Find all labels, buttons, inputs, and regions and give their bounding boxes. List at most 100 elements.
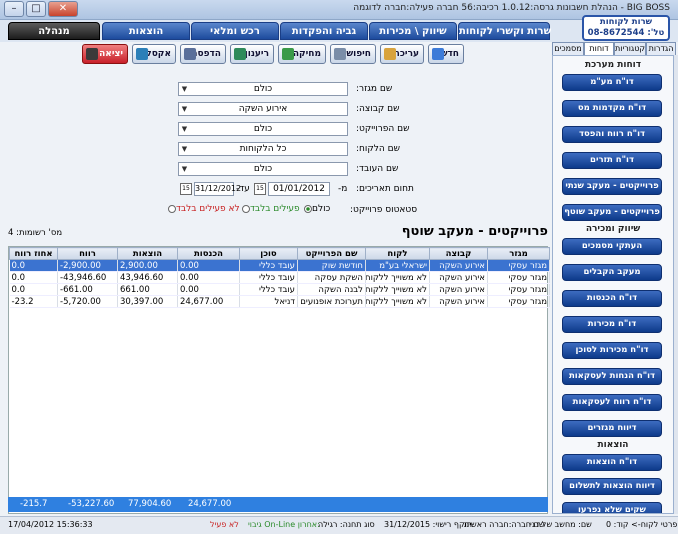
delete-button[interactable]: מחיקה xyxy=(278,44,326,64)
report-projects-yearly[interactable]: פרוייקטים - מעקב שנתי xyxy=(562,178,662,195)
col-profit[interactable]: רווח xyxy=(57,247,118,260)
total-profit-percent: -215.7 xyxy=(20,499,48,509)
table-row[interactable]: מגזר עסקי אירוע השקה לא משוייך ללקוח לבנה ה… xyxy=(9,283,550,296)
menu-management[interactable]: מנהלה xyxy=(8,22,100,40)
report-receipts-tracking[interactable]: מעקב הקבלים xyxy=(562,264,662,281)
datetime: 17/04/2012 15:36:33 xyxy=(8,520,93,529)
print-button[interactable]: הדפסה xyxy=(180,44,226,64)
col-income[interactable]: הכנסות xyxy=(177,247,240,260)
new-doc-icon xyxy=(432,48,444,60)
tab-reports[interactable]: דוחות xyxy=(584,42,614,56)
col-expenses[interactable]: הוצאות xyxy=(117,247,178,260)
status-active-radio[interactable]: פעילים בלבד xyxy=(240,204,300,214)
search-button[interactable]: חיפוש xyxy=(330,44,376,64)
excel-button[interactable]: אקסל xyxy=(132,44,176,64)
col-client[interactable]: לקוח xyxy=(365,247,430,260)
project-select[interactable]: ▼ כולם xyxy=(178,122,348,136)
section-expenses: הוצאות xyxy=(597,440,629,450)
total-profit: -53,227.60 xyxy=(68,499,115,509)
menu-marketing-sales[interactable]: שיווק \ מכירות xyxy=(369,22,457,40)
report-expenses[interactable]: דו"ח הוצאות xyxy=(562,454,662,471)
menu-expenses[interactable]: הוצאות xyxy=(102,22,190,40)
menu-purchase-inventory[interactable]: רכש ומלאי xyxy=(191,22,279,40)
report-uncleared-checks[interactable]: שקים שלא נפרעו xyxy=(562,502,662,513)
table-row[interactable]: מגזר עסקי אירוע השקה לא משוייך ללקוח תערוכת… xyxy=(9,295,550,308)
maximize-button[interactable]: □ xyxy=(26,1,46,17)
support-phone: טל': 08-8672544 xyxy=(587,28,665,38)
radio-icon xyxy=(168,204,176,213)
col-agent[interactable]: סוכן xyxy=(239,247,298,260)
report-sales-by-agent[interactable]: דו"ח מכירות לסוכן xyxy=(562,342,662,359)
radio-icon xyxy=(242,204,250,213)
section-marketing-sales: שיווק ומכירה xyxy=(585,224,641,234)
printer-icon xyxy=(184,48,196,60)
report-expenses-payable[interactable]: דיווח הוצאות לתשלום xyxy=(562,478,662,495)
pencil-icon xyxy=(384,48,396,60)
table-row[interactable]: מגזר עסקי אירוע השקה לא משוייך ללקוח השקת ע… xyxy=(9,271,550,284)
report-tax-advances[interactable]: דו"ח מקדמות מס xyxy=(562,100,662,117)
worker-select[interactable]: ▼ כולם xyxy=(178,162,348,176)
table-row[interactable]: מגזר עסקי אירוע השקה ישראלי בע"מ חודשת שוק ע… xyxy=(9,259,550,272)
client-select[interactable]: ▼ כל הלקוחות xyxy=(178,142,348,156)
project-label: שם הפרוייקט: xyxy=(356,124,410,134)
total-income: 24,677.00 xyxy=(188,499,232,509)
report-sales[interactable]: דו"ח מכירות xyxy=(562,316,662,333)
table-header: מגזר קבוצה לקוח שם הפרוייקט סוכן הכנסות … xyxy=(9,247,550,260)
tab-categories[interactable]: קטגוריות xyxy=(614,42,646,56)
report-cashflow[interactable]: דו"ח תזרים xyxy=(562,152,662,169)
sector-label: שם מגזר: xyxy=(356,84,393,94)
totals-bar: 24,677.00 77,904.60 -53,227.60 -215.7 xyxy=(8,497,548,512)
status-bar: פרטי לקוח-> קוד: 0 שם: מחשב של דני שם חב… xyxy=(0,516,678,534)
license-expiry: תוקף רישוי: 31/12/2015 xyxy=(384,520,473,529)
chevron-down-icon: ▼ xyxy=(181,125,188,133)
report-income[interactable]: דו"ח הכנסות xyxy=(562,290,662,307)
group-select[interactable]: ▼ אירוע השקה xyxy=(178,102,348,116)
status-all-radio[interactable]: כולם xyxy=(302,204,330,214)
calendar-icon[interactable]: 15 xyxy=(254,183,266,195)
client-label: שם הלקוח: xyxy=(356,144,400,154)
date-range-label: תחום תאריכים: xyxy=(356,184,414,194)
menu-customer-service[interactable]: שרות וקשרי לקוחות xyxy=(458,22,551,40)
title-bar: – □ ✕ BIG BOSS - הנהלת חשבונות גרסה:1.0.… xyxy=(0,0,678,20)
close-button[interactable]: ✕ xyxy=(48,1,78,17)
group-label: שם קבוצה: xyxy=(356,104,400,114)
col-sector[interactable]: מגזר xyxy=(487,247,550,260)
excel-icon xyxy=(136,48,148,60)
col-group[interactable]: קבוצה xyxy=(429,247,488,260)
backup-label: גיבוי On-Line אחרון: xyxy=(248,520,320,529)
support-info: שרות לקוחות טל': 08-8672544 xyxy=(582,15,670,41)
client-code: פרטי לקוח-> קוד: 0 xyxy=(606,520,678,529)
col-project[interactable]: שם הפרוייקט xyxy=(297,247,366,260)
status-inactive-radio[interactable]: לא פעילים בלבד xyxy=(166,204,240,214)
chevron-down-icon: ▼ xyxy=(181,85,188,93)
sector-select[interactable]: ▼ כולם xyxy=(178,82,348,96)
report-profit-loss[interactable]: דו"ח רווח והפסד xyxy=(562,126,662,143)
menu-collection-deposits[interactable]: גביה והפקדות xyxy=(280,22,368,40)
project-status-label: סטאטוס פרוייקט: xyxy=(350,205,418,215)
tab-documents[interactable]: מסמכים xyxy=(552,42,584,56)
refresh-button[interactable]: ריענון xyxy=(230,44,274,64)
report-projects-current[interactable]: פרוייקטים - מעקב שוטף xyxy=(562,204,662,221)
support-line1: שרות לקוחות xyxy=(599,17,653,27)
refresh-icon xyxy=(234,48,246,60)
report-sectors[interactable]: דיווח מגזרים xyxy=(562,420,662,437)
new-button[interactable]: חדש xyxy=(428,44,464,64)
report-deal-profit[interactable]: דו"ח רווח לעסקאות xyxy=(562,394,662,411)
reports-panel: דוחות מערכת דו"ח מע"מ דו"ח מקדמות מס דו"… xyxy=(552,55,674,514)
from-date-input[interactable]: 01/01/2012 xyxy=(268,182,330,196)
section-system-reports: דוחות מערכת xyxy=(584,60,642,70)
tab-settings[interactable]: הגדרות xyxy=(646,42,676,56)
edit-button[interactable]: עריכה xyxy=(380,44,424,64)
record-count: מס' רשומות: 4 xyxy=(8,228,63,238)
exit-button[interactable]: יציאה xyxy=(82,44,128,64)
backup-status: לא פעיל xyxy=(210,520,239,529)
minimize-button[interactable]: – xyxy=(4,1,24,17)
report-vat[interactable]: דו"ח מע"מ xyxy=(562,74,662,91)
report-deal-discounts[interactable]: דו"ח הנחות לעסקאות xyxy=(562,368,662,385)
to-date-input[interactable]: 31/12/2012 xyxy=(194,182,241,196)
report-doc-copies[interactable]: העתקי מסמכים xyxy=(562,238,662,255)
col-profit-percent[interactable]: אחוז רווח xyxy=(9,247,58,260)
calendar-icon[interactable]: 15 xyxy=(180,183,192,195)
side-scrollbar[interactable] xyxy=(674,55,678,514)
company-name: שם חברה:חברה ראשית xyxy=(464,520,545,529)
